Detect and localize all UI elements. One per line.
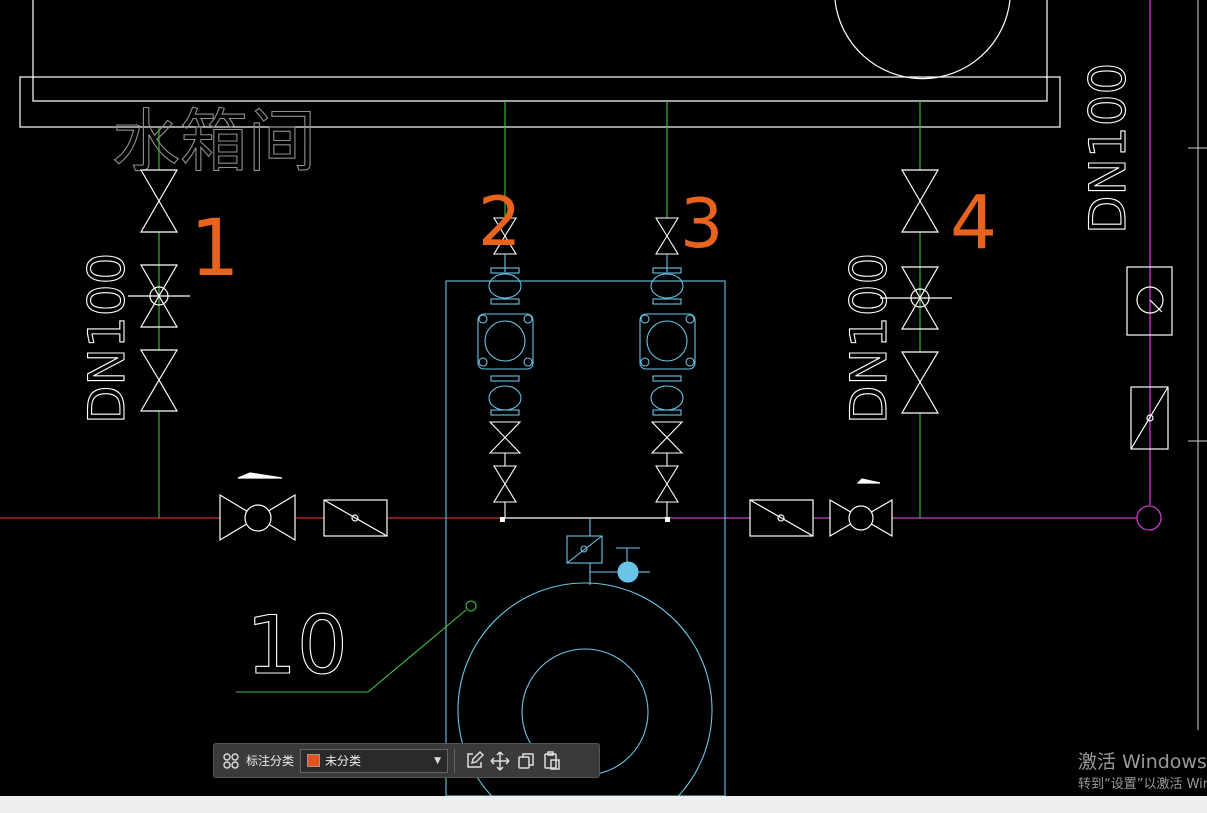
markup-number-4: 4 — [950, 180, 997, 266]
activation-watermark: 激活 Windows 转到“设置”以激活 Windows。 — [1078, 750, 1207, 794]
drawing-border-right — [1188, 0, 1207, 730]
markup-number-3: 3 — [680, 185, 723, 264]
category-label: 标注分类 — [246, 754, 295, 768]
pipe-size-label: DN100 — [840, 253, 898, 424]
selected-category: 未分类 — [325, 754, 362, 768]
paste-icon[interactable] — [539, 748, 565, 774]
copy-icon[interactable] — [513, 748, 539, 774]
check-valve — [219, 472, 893, 542]
toolbar-divider — [454, 748, 456, 773]
callout-number: 10 — [246, 599, 348, 692]
annotation-toolbar: 标注分类 未分类 ▼ — [213, 743, 600, 778]
pipe-size-label: DN100 — [78, 253, 136, 424]
magenta-riser — [1136, 0, 1162, 531]
markup-number-1: 1 — [190, 204, 240, 294]
cad-drawing-canvas[interactable]: 水箱间 DN100 DN100 DN100 10 1 2 3 4 — [0, 0, 1207, 796]
category-dropdown[interactable]: 未分类 ▼ — [300, 748, 449, 773]
pipe-size-label: DN100 — [1079, 63, 1137, 234]
pump-skid — [445, 280, 726, 796]
markup-number-2: 2 — [478, 183, 521, 262]
edit-icon[interactable] — [461, 748, 487, 774]
tank-circle-top — [834, 0, 1011, 80]
node-marker — [500, 517, 505, 522]
status-strip — [0, 796, 1207, 813]
chevron-down-icon: ▼ — [434, 755, 442, 766]
watermark-subtitle: 转到“设置”以激活 Windows。 — [1078, 777, 1207, 792]
pump-assembly — [477, 217, 534, 518]
watermark-title: 激活 Windows — [1078, 751, 1207, 773]
grid-icon[interactable] — [218, 748, 244, 774]
category-color-swatch — [307, 754, 321, 767]
move-icon[interactable] — [487, 748, 513, 774]
